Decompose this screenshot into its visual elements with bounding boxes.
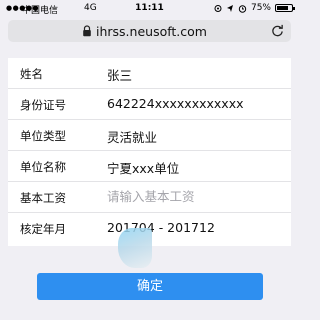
touch-artifact xyxy=(118,228,152,268)
status-bar: ●●●●● 中国电信 4G 11:11 75% xyxy=(0,0,299,18)
navigation-arrow-icon xyxy=(226,4,233,12)
form-row-base-salary: 基本工资 xyxy=(8,182,291,213)
battery-icon xyxy=(275,4,295,12)
lock-icon xyxy=(83,25,91,37)
employer-name-label: 单位名称 xyxy=(20,160,66,174)
address-bar[interactable]: ihrss.neusoft.com xyxy=(8,20,291,42)
employer-name-value: 宁夏xxx单位 xyxy=(107,161,180,176)
approved-period-label: 核定年月 xyxy=(20,222,66,236)
form-row-id-number: 身份证号 642224xxxxxxxxxxxx xyxy=(8,89,291,120)
form-row-employer-name: 单位名称 宁夏xxx单位 xyxy=(8,151,291,182)
alarm-icon xyxy=(238,4,247,13)
form-row-name: 姓名 张三 xyxy=(8,58,291,89)
base-salary-input[interactable] xyxy=(107,189,277,204)
employer-type-label: 单位类型 xyxy=(20,129,66,143)
reload-icon[interactable] xyxy=(271,24,284,37)
id-number-label: 身份证号 xyxy=(20,98,66,112)
info-form: 姓名 张三 身份证号 642224xxxxxxxxxxxx 单位类型 灵活就业 … xyxy=(8,58,291,246)
id-number-value: 642224xxxxxxxxxxxx xyxy=(107,96,244,111)
battery-percent: 75% xyxy=(250,3,271,13)
url-text: ihrss.neusoft.com xyxy=(96,24,207,39)
form-row-employer-type: 单位类型 灵活就业 xyxy=(8,120,291,151)
status-right: 75% xyxy=(214,3,295,13)
name-value: 张三 xyxy=(107,68,133,83)
location-icon xyxy=(214,4,222,12)
name-label: 姓名 xyxy=(20,67,43,81)
employer-type-value: 灵活就业 xyxy=(107,130,158,145)
confirm-button[interactable]: 确定 xyxy=(37,273,263,300)
base-salary-label: 基本工资 xyxy=(20,191,66,205)
